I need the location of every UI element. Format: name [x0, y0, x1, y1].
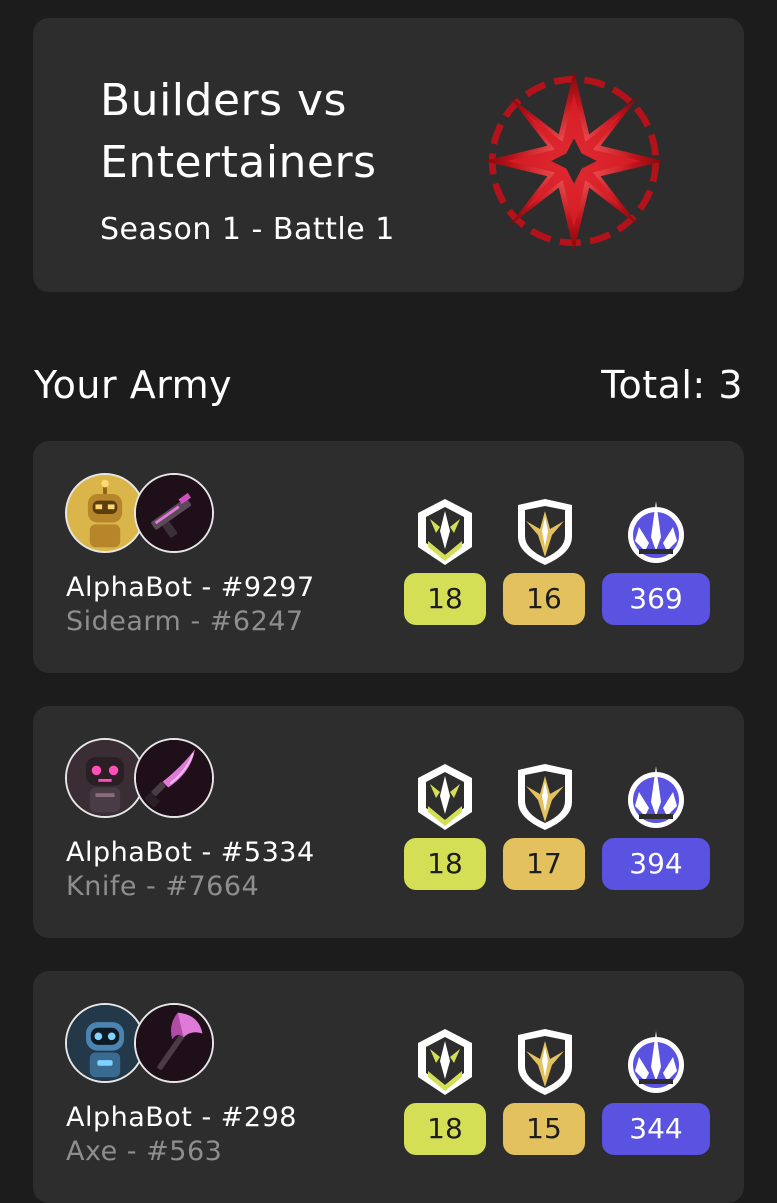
attack-shield-icon: [414, 762, 476, 832]
army-title: Your Army: [34, 363, 233, 407]
power-stat: 344: [602, 1103, 710, 1155]
dark-pink-robot-avatar-icon: [65, 738, 145, 818]
attack-shield-icon: [414, 1027, 476, 1097]
power-crown-icon: [625, 1027, 687, 1097]
defense-shield-icon: [514, 1027, 576, 1097]
defense-stat: 16: [503, 573, 585, 625]
power-crown-icon: [625, 497, 687, 567]
battle-title-line2: Entertainers: [100, 137, 377, 188]
defense-stat: 15: [503, 1103, 585, 1155]
battle-card[interactable]: Builders vs Entertainers Season 1 - Batt…: [33, 18, 744, 292]
blue-robot-avatar-icon: [65, 1003, 145, 1083]
attack-stat: 18: [404, 1103, 486, 1155]
unit-name: AlphaBot - #298: [66, 1102, 297, 1133]
unit-card[interactable]: AlphaBot - #5334 Knife - #7664 18 17 394: [33, 706, 744, 938]
army-total: Total: 3: [601, 363, 743, 407]
sidearm-icon: [134, 473, 214, 553]
battle-title-line1: Builders vs: [100, 75, 347, 126]
power-crown-icon: [625, 762, 687, 832]
attack-stat: 18: [404, 573, 486, 625]
unit-card[interactable]: AlphaBot - #298 Axe - #563 18 15 344: [33, 971, 744, 1203]
defense-shield-icon: [514, 762, 576, 832]
attack-stat: 18: [404, 838, 486, 890]
unit-name: AlphaBot - #5334: [66, 837, 315, 868]
unit-card[interactable]: AlphaBot - #9297 Sidearm - #6247 18 16 3…: [33, 441, 744, 673]
defense-stat: 17: [503, 838, 585, 890]
defense-shield-icon: [514, 497, 576, 567]
gold-robot-avatar-icon: [65, 473, 145, 553]
unit-name: AlphaBot - #9297: [66, 572, 315, 603]
power-stat: 369: [602, 573, 710, 625]
red-crystal-star-emblem-icon: [479, 66, 669, 256]
weapon-name: Axe - #563: [66, 1136, 223, 1167]
weapon-name: Sidearm - #6247: [66, 606, 304, 637]
knife-icon: [134, 738, 214, 818]
axe-icon: [134, 1003, 214, 1083]
battle-title: Builders vs Entertainers: [100, 70, 500, 194]
power-stat: 394: [602, 838, 710, 890]
weapon-name: Knife - #7664: [66, 871, 260, 902]
attack-shield-icon: [414, 497, 476, 567]
battle-subtitle: Season 1 - Battle 1: [100, 212, 395, 247]
